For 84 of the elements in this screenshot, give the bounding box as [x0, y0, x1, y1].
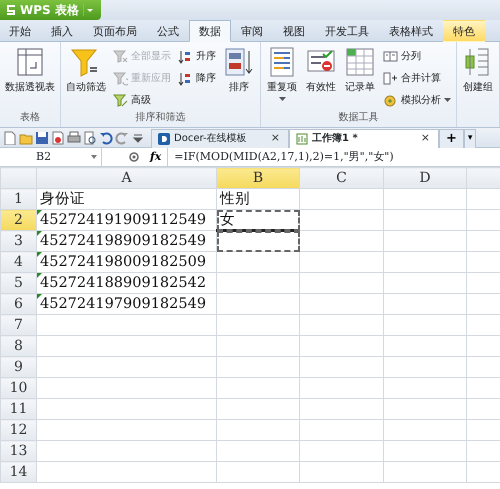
ribbon-button[interactable]: 记录单: [342, 44, 378, 111]
group-label: 数据工具: [338, 112, 378, 123]
sort-ascending-icon: [178, 48, 193, 64]
row-header[interactable]: 12: [0, 420, 36, 440]
row-header[interactable]: 11: [0, 398, 36, 420]
save-icon[interactable]: [35, 130, 49, 144]
grid-icon: [344, 46, 376, 78]
menu-tab[interactable]: 表格样式: [379, 20, 443, 42]
menu-tab[interactable]: 开始: [0, 20, 41, 42]
row-header[interactable]: 3: [0, 230, 36, 252]
selected-cell[interactable]: 女: [216, 210, 300, 230]
caret-icon: [91, 155, 97, 159]
column-header[interactable]: A: [36, 168, 216, 188]
filter-icon: [113, 92, 128, 108]
caret-icon: [82, 4, 95, 16]
filter-clear-icon: [113, 48, 128, 64]
column-header[interactable]: C: [300, 168, 384, 188]
table-cell: 性别: [216, 188, 300, 210]
selected-cell[interactable]: [216, 230, 300, 252]
ribbon-button[interactable]: 升序: [176, 46, 218, 66]
new-file-icon[interactable]: [3, 130, 17, 144]
undo-icon[interactable]: [99, 130, 113, 144]
group-label: 排序和筛选: [136, 112, 186, 123]
tab-menu-button[interactable]: ▾: [464, 128, 476, 148]
ribbon-button[interactable]: 分列: [381, 46, 453, 66]
ribbon-button[interactable]: 创建组: [460, 44, 496, 111]
export-pdf-icon[interactable]: [51, 130, 65, 144]
ribbon-button[interactable]: 合并计算: [381, 68, 453, 88]
ribbon-button[interactable]: 自动筛选: [64, 44, 108, 111]
row-header[interactable]: 13: [0, 440, 36, 462]
column-header[interactable]: B: [216, 168, 300, 188]
ribbon-button[interactable]: 数据透视表: [3, 44, 57, 111]
caret-icon: [444, 98, 451, 102]
sort-descending-icon: [178, 70, 193, 86]
table-cell: 452724191909112549: [36, 210, 216, 230]
row-header[interactable]: 4: [0, 252, 36, 272]
row-header[interactable]: 9: [0, 356, 36, 378]
menu-tab[interactable]: 数据: [189, 20, 231, 42]
document-tab[interactable]: 工作簿1 * ×: [289, 128, 439, 148]
menu-tab[interactable]: 插入: [41, 20, 83, 42]
menu-tab[interactable]: 开发工具: [315, 20, 379, 42]
document-tab[interactable]: Docer-在线模板 ×: [151, 128, 289, 148]
menu-tab[interactable]: 视图: [273, 20, 315, 42]
print-preview-icon[interactable]: [83, 130, 97, 144]
ribbon-button[interactable]: 有效性: [303, 44, 339, 111]
row-header[interactable]: 7: [0, 314, 36, 336]
table-cell: 身份证: [36, 188, 216, 210]
menu-tab[interactable]: 公式: [147, 20, 189, 42]
ribbon-button[interactable]: 模拟分析: [381, 90, 453, 110]
row-header[interactable]: 10: [0, 378, 36, 398]
ribbon-button[interactable]: 重复项: [264, 44, 300, 111]
menu-tab[interactable]: 特色: [443, 20, 485, 42]
sort-icon: [223, 46, 255, 78]
ribbon-button[interactable]: 降序: [176, 68, 218, 88]
table-cell: 452724197909182549: [36, 294, 216, 314]
caret-icon: [278, 97, 286, 102]
table-cell: 452724188909182542: [36, 272, 216, 294]
row-header[interactable]: 6: [0, 294, 36, 314]
row-header[interactable]: 8: [0, 336, 36, 356]
spreadsheet-icon: [296, 132, 308, 144]
close-button[interactable]: ×: [418, 130, 432, 147]
row-header[interactable]: 14: [0, 462, 36, 482]
column-header[interactable]: D: [384, 168, 466, 188]
table-cell: 452724198009182509: [36, 252, 216, 272]
ribbon-button[interactable]: 高级: [111, 90, 173, 110]
docer-icon: [158, 132, 170, 144]
filter-refresh-icon: [113, 70, 128, 86]
merge-icon: [383, 70, 398, 86]
row-header[interactable]: 1: [0, 188, 36, 210]
app-logo-icon: [6, 4, 16, 16]
new-tab-button[interactable]: +: [439, 128, 464, 148]
formula-field[interactable]: =IF(MOD(MID(A2,17,1),2)=1,"男","女"): [168, 148, 500, 166]
group-label: 表格: [20, 112, 40, 123]
row-header[interactable]: 5: [0, 272, 36, 294]
menu-tab[interactable]: 审阅: [231, 20, 273, 42]
close-button[interactable]: ×: [268, 130, 282, 147]
row-header[interactable]: 2: [0, 210, 36, 230]
what-if-icon: [383, 92, 398, 108]
ribbon-button[interactable]: 排序: [221, 44, 257, 111]
zoom-icon[interactable]: [128, 151, 140, 163]
split-columns-icon: [383, 48, 398, 64]
print-icon[interactable]: [67, 130, 81, 144]
table-cell: 452724198909182549: [36, 230, 216, 252]
menu-tab[interactable]: 页面布局: [83, 20, 147, 42]
